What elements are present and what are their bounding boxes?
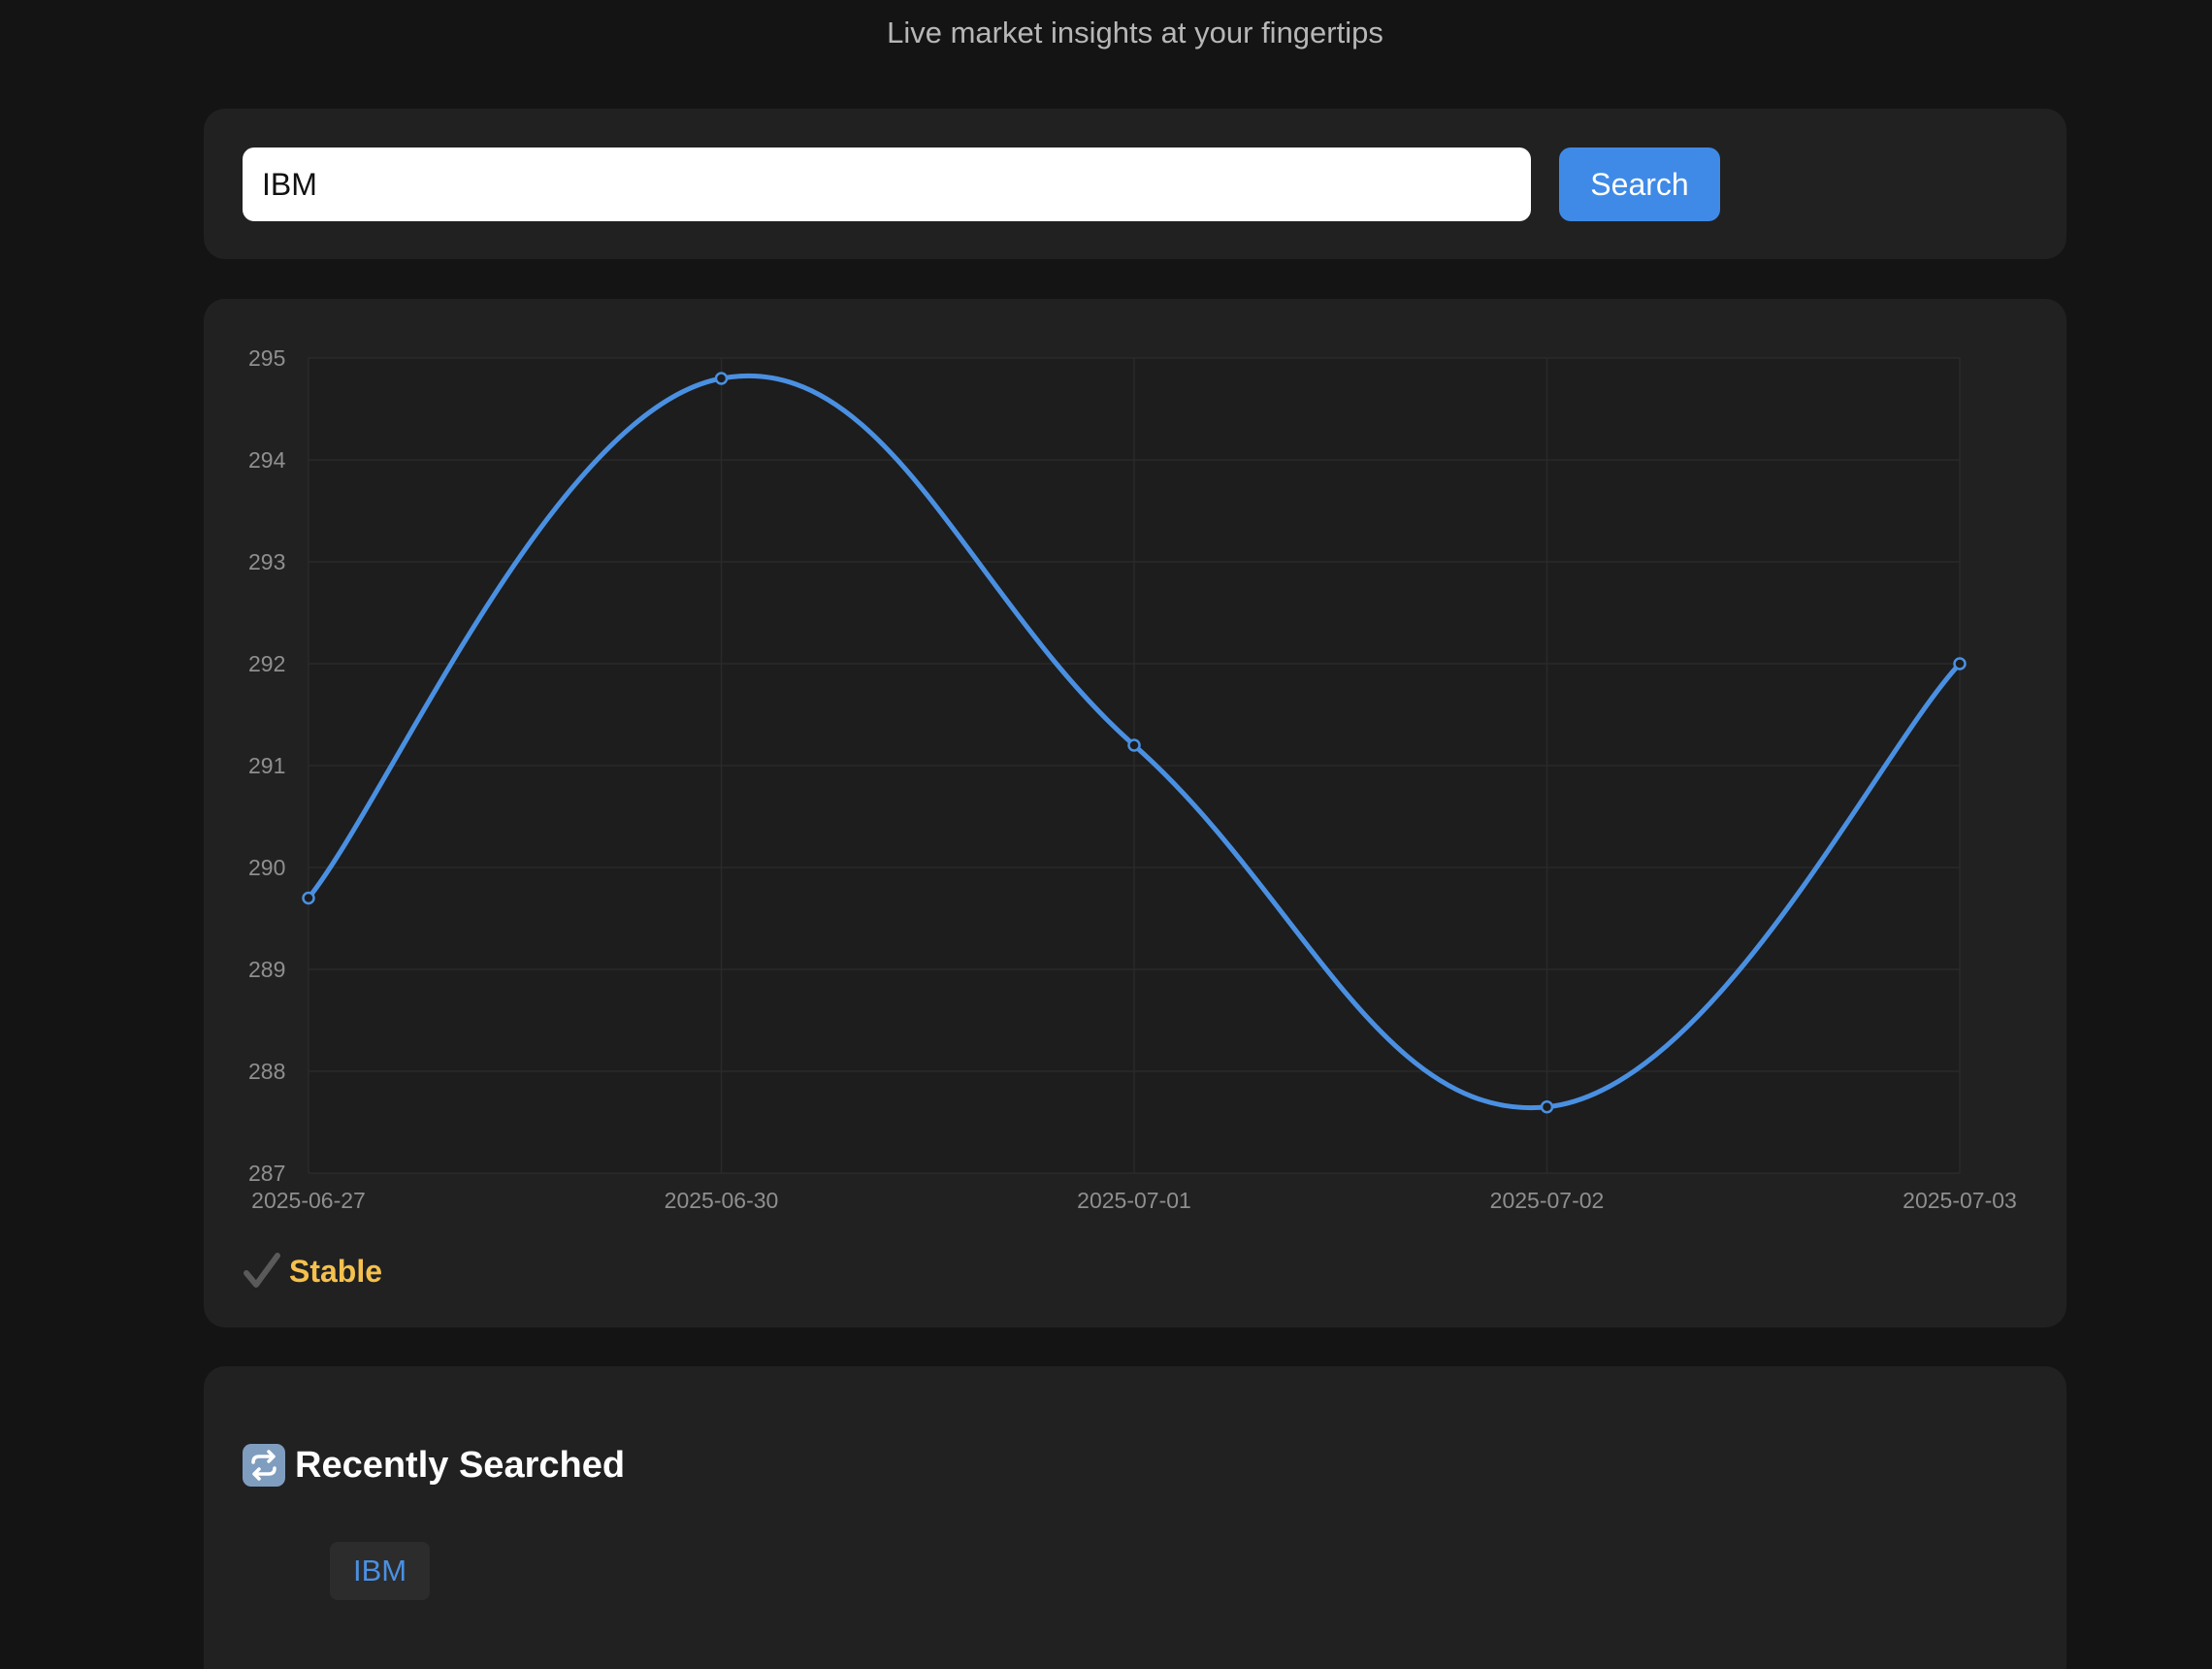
y-tick-label: 290 [248, 855, 285, 880]
recent-title: Recently Searched [295, 1444, 626, 1486]
y-tick-label: 293 [248, 549, 285, 574]
status-indicator: Stable [243, 1250, 382, 1293]
y-tick-label: 292 [248, 651, 285, 676]
y-tick-label: 294 [248, 447, 286, 473]
y-tick-label: 295 [248, 345, 285, 371]
y-tick-label: 288 [248, 1059, 285, 1084]
page: Live market insights at your fingertips … [0, 0, 2212, 1669]
repeat-icon [243, 1444, 285, 1487]
x-tick-label: 2025-07-02 [1490, 1188, 1605, 1213]
recent-item-ibm[interactable]: IBM [330, 1542, 431, 1600]
x-tick-label: 2025-07-03 [1903, 1188, 2017, 1213]
y-tick-label: 287 [248, 1161, 285, 1186]
status-label: Stable [289, 1253, 383, 1289]
recent-card: Recently Searched IBM [204, 1366, 2066, 1669]
data-point [714, 372, 729, 385]
x-tick-label: 2025-07-01 [1077, 1188, 1191, 1213]
x-tick-label: 2025-06-27 [251, 1188, 366, 1213]
search-button[interactable]: Search [1559, 147, 1720, 221]
check-icon [244, 1253, 280, 1288]
price-chart: 287 288 289 290 291 292 293 294 295 2025-06-27 202… [248, 345, 2017, 1213]
data-point [1540, 1100, 1554, 1114]
data-point [302, 891, 315, 905]
y-tick-label: 289 [248, 957, 285, 982]
data-point [1127, 738, 1141, 752]
recent-heading: Recently Searched [243, 1444, 625, 1487]
data-point [1953, 657, 1967, 671]
page-subtitle: Live market insights at your fingertips [887, 16, 1383, 49]
search-input[interactable] [243, 147, 1531, 221]
x-tick-label: 2025-06-30 [665, 1188, 779, 1213]
chart-card: 287 288 289 290 291 292 293 294 295 2025-06-27 202… [204, 299, 2066, 1327]
search-card: Search [204, 109, 2066, 259]
y-tick-label: 291 [248, 753, 285, 778]
